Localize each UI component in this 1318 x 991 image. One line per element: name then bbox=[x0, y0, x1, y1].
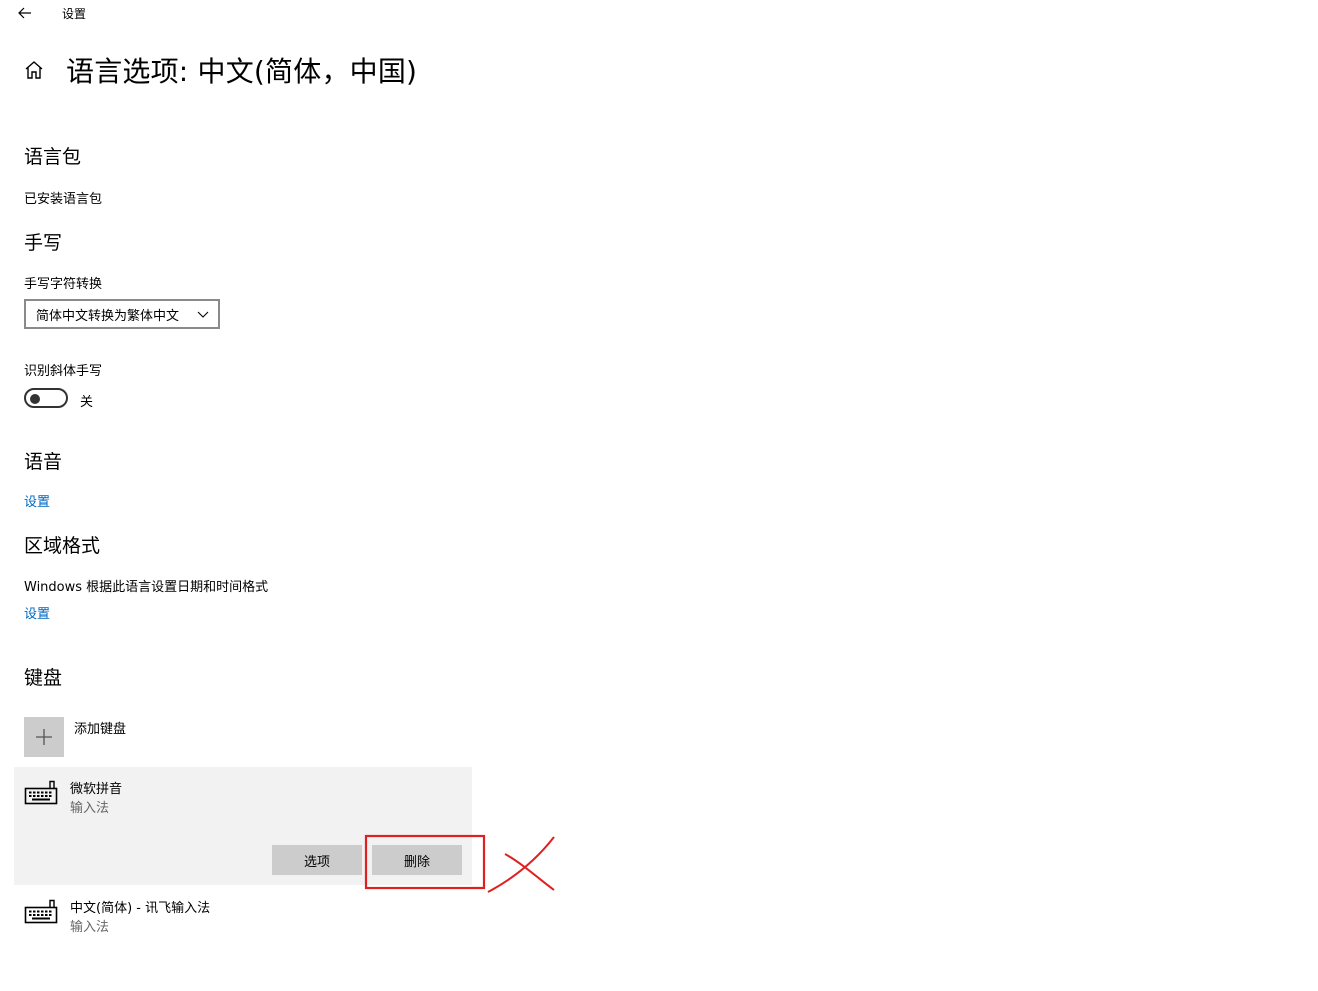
dropdown-value: 简体中文转换为繁体中文 bbox=[36, 308, 180, 324]
handwriting-conversion-dropdown[interactable]: 简体中文转换为繁体中文 bbox=[24, 299, 220, 329]
add-keyboard-button[interactable] bbox=[24, 717, 64, 757]
home-icon bbox=[25, 61, 43, 79]
language-pack-status: 已安装语言包 bbox=[24, 192, 103, 207]
plus-icon bbox=[36, 729, 52, 745]
speech-settings-link[interactable]: 设置 bbox=[24, 491, 50, 510]
keyboard-name[interactable]: 中文(简体) - 讯飞输入法 bbox=[70, 897, 210, 916]
back-arrow-icon bbox=[18, 7, 31, 19]
app-title: 设置 bbox=[62, 7, 87, 21]
keyboard-type: 输入法 bbox=[70, 801, 110, 816]
language-pack-heading: 语言包 bbox=[24, 146, 82, 168]
keyboard-type: 输入法 bbox=[70, 920, 110, 935]
handwriting-conversion-label: 手写字符转换 bbox=[24, 277, 103, 292]
keyboard-icon bbox=[24, 780, 58, 805]
red-annotation bbox=[364, 834, 555, 893]
back-button[interactable] bbox=[14, 3, 36, 23]
italic-handwriting-label: 识别斜体手写 bbox=[24, 364, 103, 379]
page-title: 语言选项: 中文(简体，中国) bbox=[66, 55, 418, 88]
toggle-state-label: 关 bbox=[80, 395, 94, 410]
toggle-knob bbox=[30, 394, 40, 404]
regional-settings-link[interactable]: 设置 bbox=[24, 603, 50, 622]
chevron-down-icon bbox=[197, 311, 209, 318]
speech-heading: 语音 bbox=[24, 451, 63, 473]
regional-format-heading: 区域格式 bbox=[24, 535, 101, 557]
keyboard-icon bbox=[24, 899, 58, 924]
home-button[interactable] bbox=[22, 58, 46, 82]
keyboard-heading: 键盘 bbox=[24, 667, 63, 689]
italic-handwriting-toggle[interactable] bbox=[24, 388, 68, 408]
options-button[interactable]: 选项 bbox=[272, 845, 362, 875]
add-keyboard-label[interactable]: 添加键盘 bbox=[74, 718, 126, 737]
keyboard-name: 微软拼音 bbox=[70, 782, 123, 797]
regional-format-description: Windows 根据此语言设置日期和时间格式 bbox=[24, 580, 269, 595]
handwriting-heading: 手写 bbox=[24, 232, 63, 254]
